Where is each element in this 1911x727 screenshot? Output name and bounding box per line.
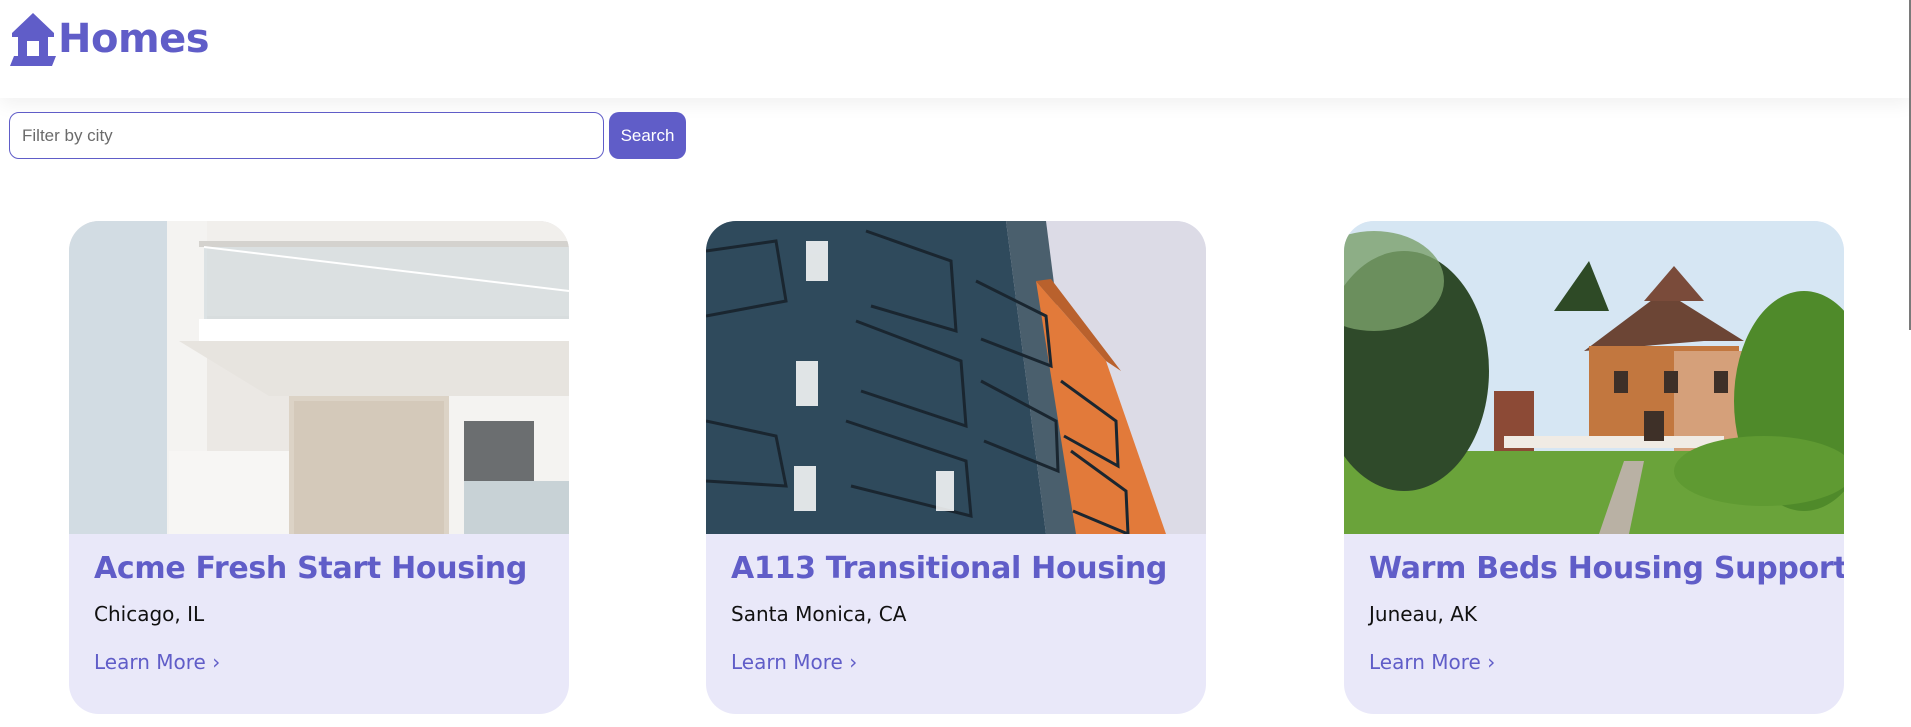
listing-title: Warm Beds Housing Support xyxy=(1369,551,1844,586)
listing-card: Warm Beds Housing Support Juneau, AK Lea… xyxy=(1344,221,1844,714)
listing-photo xyxy=(69,221,569,534)
listing-photo xyxy=(706,221,1206,534)
listing-title: Acme Fresh Start Housing xyxy=(94,551,528,586)
listing-title: A113 Transitional Housing xyxy=(731,551,1168,586)
brand-name: Homes xyxy=(58,16,210,62)
search-bar: Search xyxy=(9,112,686,159)
top-bar: Homes xyxy=(0,0,1911,98)
search-button[interactable]: Search xyxy=(609,112,686,159)
house-icon xyxy=(10,13,56,66)
listing-photo xyxy=(1344,221,1844,534)
listing-location: Santa Monica, CA xyxy=(731,602,907,626)
listing-card: Acme Fresh Start Housing Chicago, IL Lea… xyxy=(69,221,569,714)
city-filter-input[interactable] xyxy=(9,112,604,159)
brand-home-link[interactable]: Homes xyxy=(8,10,210,68)
listing-location: Chicago, IL xyxy=(94,602,205,626)
learn-more-link[interactable]: Learn More › xyxy=(731,650,857,674)
listing-location: Juneau, AK xyxy=(1369,602,1477,626)
learn-more-link[interactable]: Learn More › xyxy=(94,650,220,674)
learn-more-link[interactable]: Learn More › xyxy=(1369,650,1495,674)
listing-card: A113 Transitional Housing Santa Monica, … xyxy=(706,221,1206,714)
